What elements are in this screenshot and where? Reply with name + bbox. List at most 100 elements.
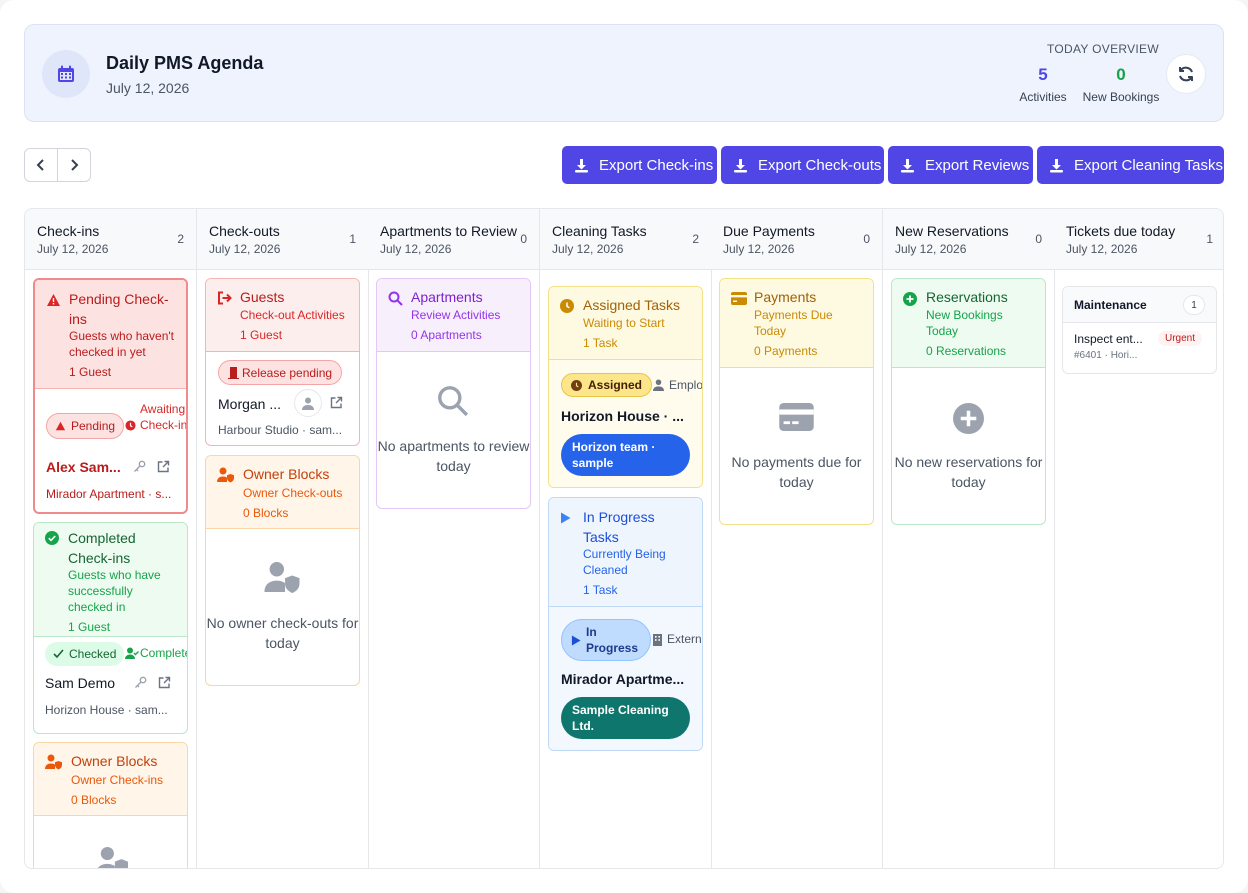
column-date: July 12, 2026: [380, 242, 452, 256]
payments-card[interactable]: Payments Payments Due Today 0 Payments N…: [719, 278, 874, 525]
section-title: In Progress Tasks: [583, 509, 655, 545]
priority-badge: Urgent: [1158, 331, 1203, 346]
badge-label: In Progress: [586, 625, 639, 655]
section-count: 1 Guest: [68, 620, 111, 634]
in-progress-tasks-card[interactable]: In Progress Tasks Currently Being Cleane…: [548, 497, 703, 751]
reservations-card[interactable]: Reservations New Bookings Today 0 Reserv…: [891, 278, 1046, 525]
section-count: 0 Reservations: [926, 344, 1007, 358]
chevron-left-icon: [36, 159, 44, 171]
status-badge: Checked: [45, 642, 125, 666]
refresh-button[interactable]: [1166, 54, 1206, 94]
badge-label: Checked: [69, 647, 117, 661]
door-icon: [228, 366, 239, 379]
empty-message: No new reservations for today: [894, 454, 1043, 490]
tickets-card[interactable]: Maintenance 1 Inspect ent... Urgent #640…: [1062, 286, 1217, 374]
column-title: Due Payments: [723, 223, 815, 239]
section-count: 0 Blocks: [71, 793, 117, 807]
activities-label: Activities: [1019, 90, 1067, 104]
section-count: 0 Blocks: [243, 506, 289, 520]
pending-checkins-card[interactable]: Pending Check-ins Guests who haven't che…: [33, 278, 188, 514]
status-badge: Pending: [46, 413, 125, 439]
external-link-icon[interactable]: [158, 676, 171, 689]
key-icon[interactable]: [133, 460, 146, 473]
section-subtitle: Currently Being Cleaned: [583, 547, 666, 577]
export-checkouts-button[interactable]: Export Check-outs: [721, 146, 884, 184]
user-icon: [302, 397, 314, 410]
avatar[interactable]: [294, 389, 322, 417]
key-icon[interactable]: [134, 676, 147, 689]
owner-checkins-card[interactable]: Owner Blocks Owner Check-ins 0 Blocks: [33, 742, 188, 868]
column-checkouts: Check-outs July 12, 2026 1 Guests Check-…: [197, 209, 369, 868]
export-cleaning-label: Export Cleaning Tasks: [1074, 156, 1223, 174]
agenda-header: Daily PMS Agenda July 12, 2026 TODAY OVE…: [24, 24, 1224, 122]
completed-checkins-card[interactable]: Completed Check-ins Guests who have succ…: [33, 522, 188, 734]
apartment-name[interactable]: Mirador Apartme...: [561, 671, 684, 687]
empty-message: No apartments to review today: [377, 438, 530, 474]
column-count: 2: [692, 232, 699, 246]
section-subtitle: New Bookings Today: [926, 308, 1003, 338]
user-icon: [653, 379, 664, 391]
export-cleaning-button[interactable]: Export Cleaning Tasks: [1037, 146, 1224, 184]
guest-name[interactable]: Sam Demo: [45, 675, 115, 691]
download-icon: [734, 158, 747, 172]
column-title: Cleaning Tasks: [552, 223, 647, 239]
refresh-icon: [1179, 66, 1193, 82]
clock-icon: [560, 299, 574, 313]
apartment-name[interactable]: Horizon House · ...: [561, 408, 684, 424]
export-checkins-label: Export Check-ins: [599, 156, 714, 174]
calendar-icon: [42, 50, 90, 98]
column-cleaning: Cleaning Tasks July 12, 2026 2 Assigned …: [540, 209, 712, 868]
reviews-card[interactable]: Apartments Review Activities 0 Apartment…: [376, 278, 531, 509]
section-title: Owner Blocks: [71, 753, 158, 769]
checkin-status: Awaiting Check-in: [140, 402, 188, 432]
sign-out-icon: [218, 291, 232, 305]
column-title: Check-outs: [209, 223, 280, 239]
checkout-guests-card[interactable]: Guests Check-out Activities 1 Guest Rele…: [205, 278, 360, 446]
ticket-title[interactable]: Inspect ent...: [1074, 332, 1143, 346]
plus-circle-icon: [953, 403, 984, 434]
plus-circle-icon: [903, 292, 917, 306]
section-count: 0 Apartments: [411, 328, 482, 342]
empty-message: No payments due for today: [731, 454, 862, 490]
column-checkins: Check-ins July 12, 2026 2 Pending Check-…: [25, 209, 197, 868]
guest-name[interactable]: Alex Sam...: [46, 459, 121, 475]
column-header: Cleaning Tasks July 12, 2026 2: [540, 209, 711, 270]
column-tickets: Tickets due today July 12, 2026 1 Mainte…: [1054, 209, 1223, 868]
export-checkins-button[interactable]: Export Check-ins: [562, 146, 717, 184]
bookings-stat: 0 New Bookings: [1081, 65, 1161, 104]
apartment-name: Horizon House · sam...: [45, 703, 168, 717]
apartment-name: Harbour Studio · sam...: [218, 423, 343, 437]
ticket-group-title: Maintenance: [1074, 298, 1147, 312]
warning-icon: [55, 421, 66, 431]
team-badge: Sample Cleaning Ltd.: [561, 697, 690, 739]
column-title: New Reservations: [895, 223, 1009, 239]
clock-icon: [125, 420, 136, 431]
section-subtitle: Waiting to Start: [583, 316, 665, 330]
guest-name[interactable]: Morgan ...: [218, 396, 281, 412]
section-title: Owner Blocks: [243, 466, 330, 482]
column-reservations: New Reservations July 12, 2026 0 Reserva…: [883, 209, 1055, 868]
credit-card-icon: [731, 292, 747, 305]
assigned-tasks-card[interactable]: Assigned Tasks Waiting to Start 1 Task A…: [548, 286, 703, 488]
section-subtitle: Guests who have successfully checked in: [68, 568, 161, 614]
external-link-icon[interactable]: [330, 396, 343, 409]
export-reviews-button[interactable]: Export Reviews: [888, 146, 1033, 184]
next-day-button[interactable]: [57, 149, 90, 181]
activities-stat: 5 Activities: [1019, 65, 1067, 104]
status-badge: In Progress: [561, 619, 651, 661]
ticket-group-count: 1: [1183, 295, 1205, 315]
column-header: Apartments to Review July 12, 2026 0: [368, 209, 539, 270]
empty-message: No owner check-outs for today: [206, 615, 359, 651]
column-date: July 12, 2026: [1066, 242, 1138, 256]
section-count: 1 Task: [583, 336, 618, 350]
owner-shield-icon: [97, 846, 128, 868]
prev-day-button[interactable]: [25, 149, 57, 181]
chevron-right-icon: [71, 159, 79, 171]
column-title: Apartments to Review: [380, 223, 517, 239]
owner-checkouts-card[interactable]: Owner Blocks Owner Check-outs 0 Blocks N…: [205, 455, 360, 686]
bookings-label: New Bookings: [1082, 90, 1160, 104]
section-count: 0 Payments: [754, 344, 818, 358]
column-count: 1: [349, 232, 356, 246]
column-date: July 12, 2026: [209, 242, 281, 256]
external-link-icon[interactable]: [157, 460, 170, 473]
